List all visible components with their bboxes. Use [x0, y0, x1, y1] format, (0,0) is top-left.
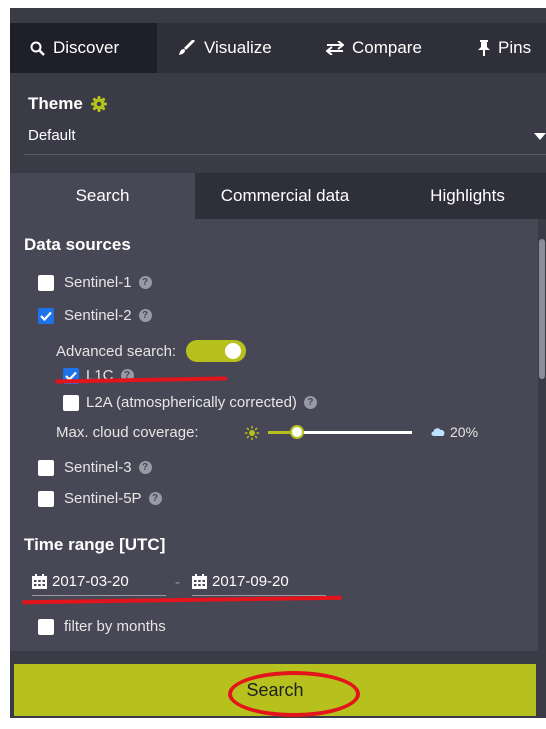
date-to-input[interactable]: 2017-09-20: [192, 568, 326, 596]
sidebar-panel: Discover Visualize Compare Pins Theme De…: [10, 8, 546, 718]
sub-tab-bar: Search Commercial data Highlights: [10, 173, 546, 219]
help-icon[interactable]: ?: [138, 309, 152, 322]
theme-label: Theme: [28, 94, 83, 113]
toggle-knob: [225, 343, 242, 359]
theme-value: Default: [28, 127, 76, 144]
sentinel-2-label: Sentinel-2: [64, 307, 132, 324]
chevron-down-icon: [534, 133, 546, 140]
sentinel-2-option[interactable]: Sentinel-2 ?: [38, 307, 152, 324]
sentinel-5p-checkbox[interactable]: [38, 490, 54, 507]
calendar-icon: [32, 574, 47, 589]
help-icon[interactable]: ?: [138, 461, 152, 474]
tab-compare-label: Compare: [352, 38, 422, 57]
advanced-search-row: Advanced search:: [56, 340, 247, 362]
advanced-search-label: Advanced search:: [56, 342, 177, 360]
theme-heading: Theme: [28, 94, 107, 114]
tab-highlights-label: Highlights: [430, 186, 505, 205]
help-icon[interactable]: ?: [303, 396, 317, 409]
date-from-input[interactable]: 2017-03-20: [32, 568, 166, 596]
search-content: Data sources Sentinel-1 ? Sentinel-2 ? A…: [10, 219, 538, 651]
sentinel-1-checkbox[interactable]: [38, 274, 54, 291]
filter-by-months-label: filter by months: [64, 618, 166, 635]
tab-visualize-label: Visualize: [204, 38, 272, 57]
swap-icon: [326, 41, 344, 55]
calendar-icon: [192, 574, 207, 589]
l2a-label: L2A (atmospherically corrected): [86, 394, 297, 411]
tab-search[interactable]: Search: [10, 173, 195, 219]
sentinel-5p-label: Sentinel-5P: [64, 490, 142, 507]
tab-discover[interactable]: Discover: [10, 23, 157, 73]
tab-commercial-data[interactable]: Commercial data: [195, 173, 375, 219]
filter-by-months-option[interactable]: filter by months: [38, 618, 166, 635]
advanced-search-toggle[interactable]: [186, 340, 247, 362]
tab-commercial-data-label: Commercial data: [220, 186, 350, 205]
cloud-icon: [430, 426, 446, 437]
sentinel-3-label: Sentinel-3: [64, 459, 132, 476]
tab-pins-label: Pins: [498, 38, 532, 57]
sentinel-1-label: Sentinel-1: [64, 274, 132, 291]
tab-visualize[interactable]: Visualize: [178, 23, 272, 73]
cloud-coverage-value: 20%: [450, 424, 479, 440]
scrollbar[interactable]: [538, 219, 546, 651]
sentinel-3-option[interactable]: Sentinel-3 ?: [38, 459, 152, 476]
l2a-option[interactable]: L2A (atmospherically corrected) ?: [63, 394, 317, 411]
annotation-circle-search: [228, 671, 360, 717]
help-icon[interactable]: ?: [148, 492, 162, 505]
gear-icon[interactable]: [90, 96, 107, 112]
check-icon: [40, 311, 52, 321]
data-sources-title: Data sources: [24, 235, 131, 254]
scrollbar-thumb[interactable]: [539, 239, 545, 379]
tab-pins[interactable]: Pins: [478, 23, 531, 73]
theme-select[interactable]: Default: [24, 125, 546, 155]
sun-icon: [245, 426, 259, 440]
search-icon: [30, 41, 45, 56]
sentinel-1-option[interactable]: Sentinel-1 ?: [38, 274, 152, 291]
tab-search-label: Search: [75, 186, 130, 205]
cloud-coverage-label: Max. cloud coverage:: [56, 424, 199, 441]
date-separator: -: [175, 574, 180, 591]
brush-icon: [178, 40, 196, 56]
top-tab-bar: Discover Visualize Compare Pins: [10, 23, 546, 73]
tab-highlights[interactable]: Highlights: [395, 173, 540, 219]
sentinel-3-checkbox[interactable]: [38, 459, 54, 476]
time-range-title: Time range [UTC]: [24, 535, 166, 554]
help-icon[interactable]: ?: [138, 276, 152, 289]
date-from-value: 2017-03-20: [52, 573, 129, 590]
l2a-checkbox[interactable]: [63, 394, 79, 411]
pin-icon: [478, 40, 490, 56]
filter-by-months-checkbox[interactable]: [38, 618, 54, 635]
tab-compare[interactable]: Compare: [326, 23, 422, 73]
sentinel-5p-option[interactable]: Sentinel-5P ?: [38, 490, 162, 507]
tab-discover-label: Discover: [53, 38, 120, 57]
sentinel-2-checkbox[interactable]: [38, 307, 54, 324]
slider-handle[interactable]: [290, 425, 304, 439]
date-to-value: 2017-09-20: [212, 573, 289, 590]
